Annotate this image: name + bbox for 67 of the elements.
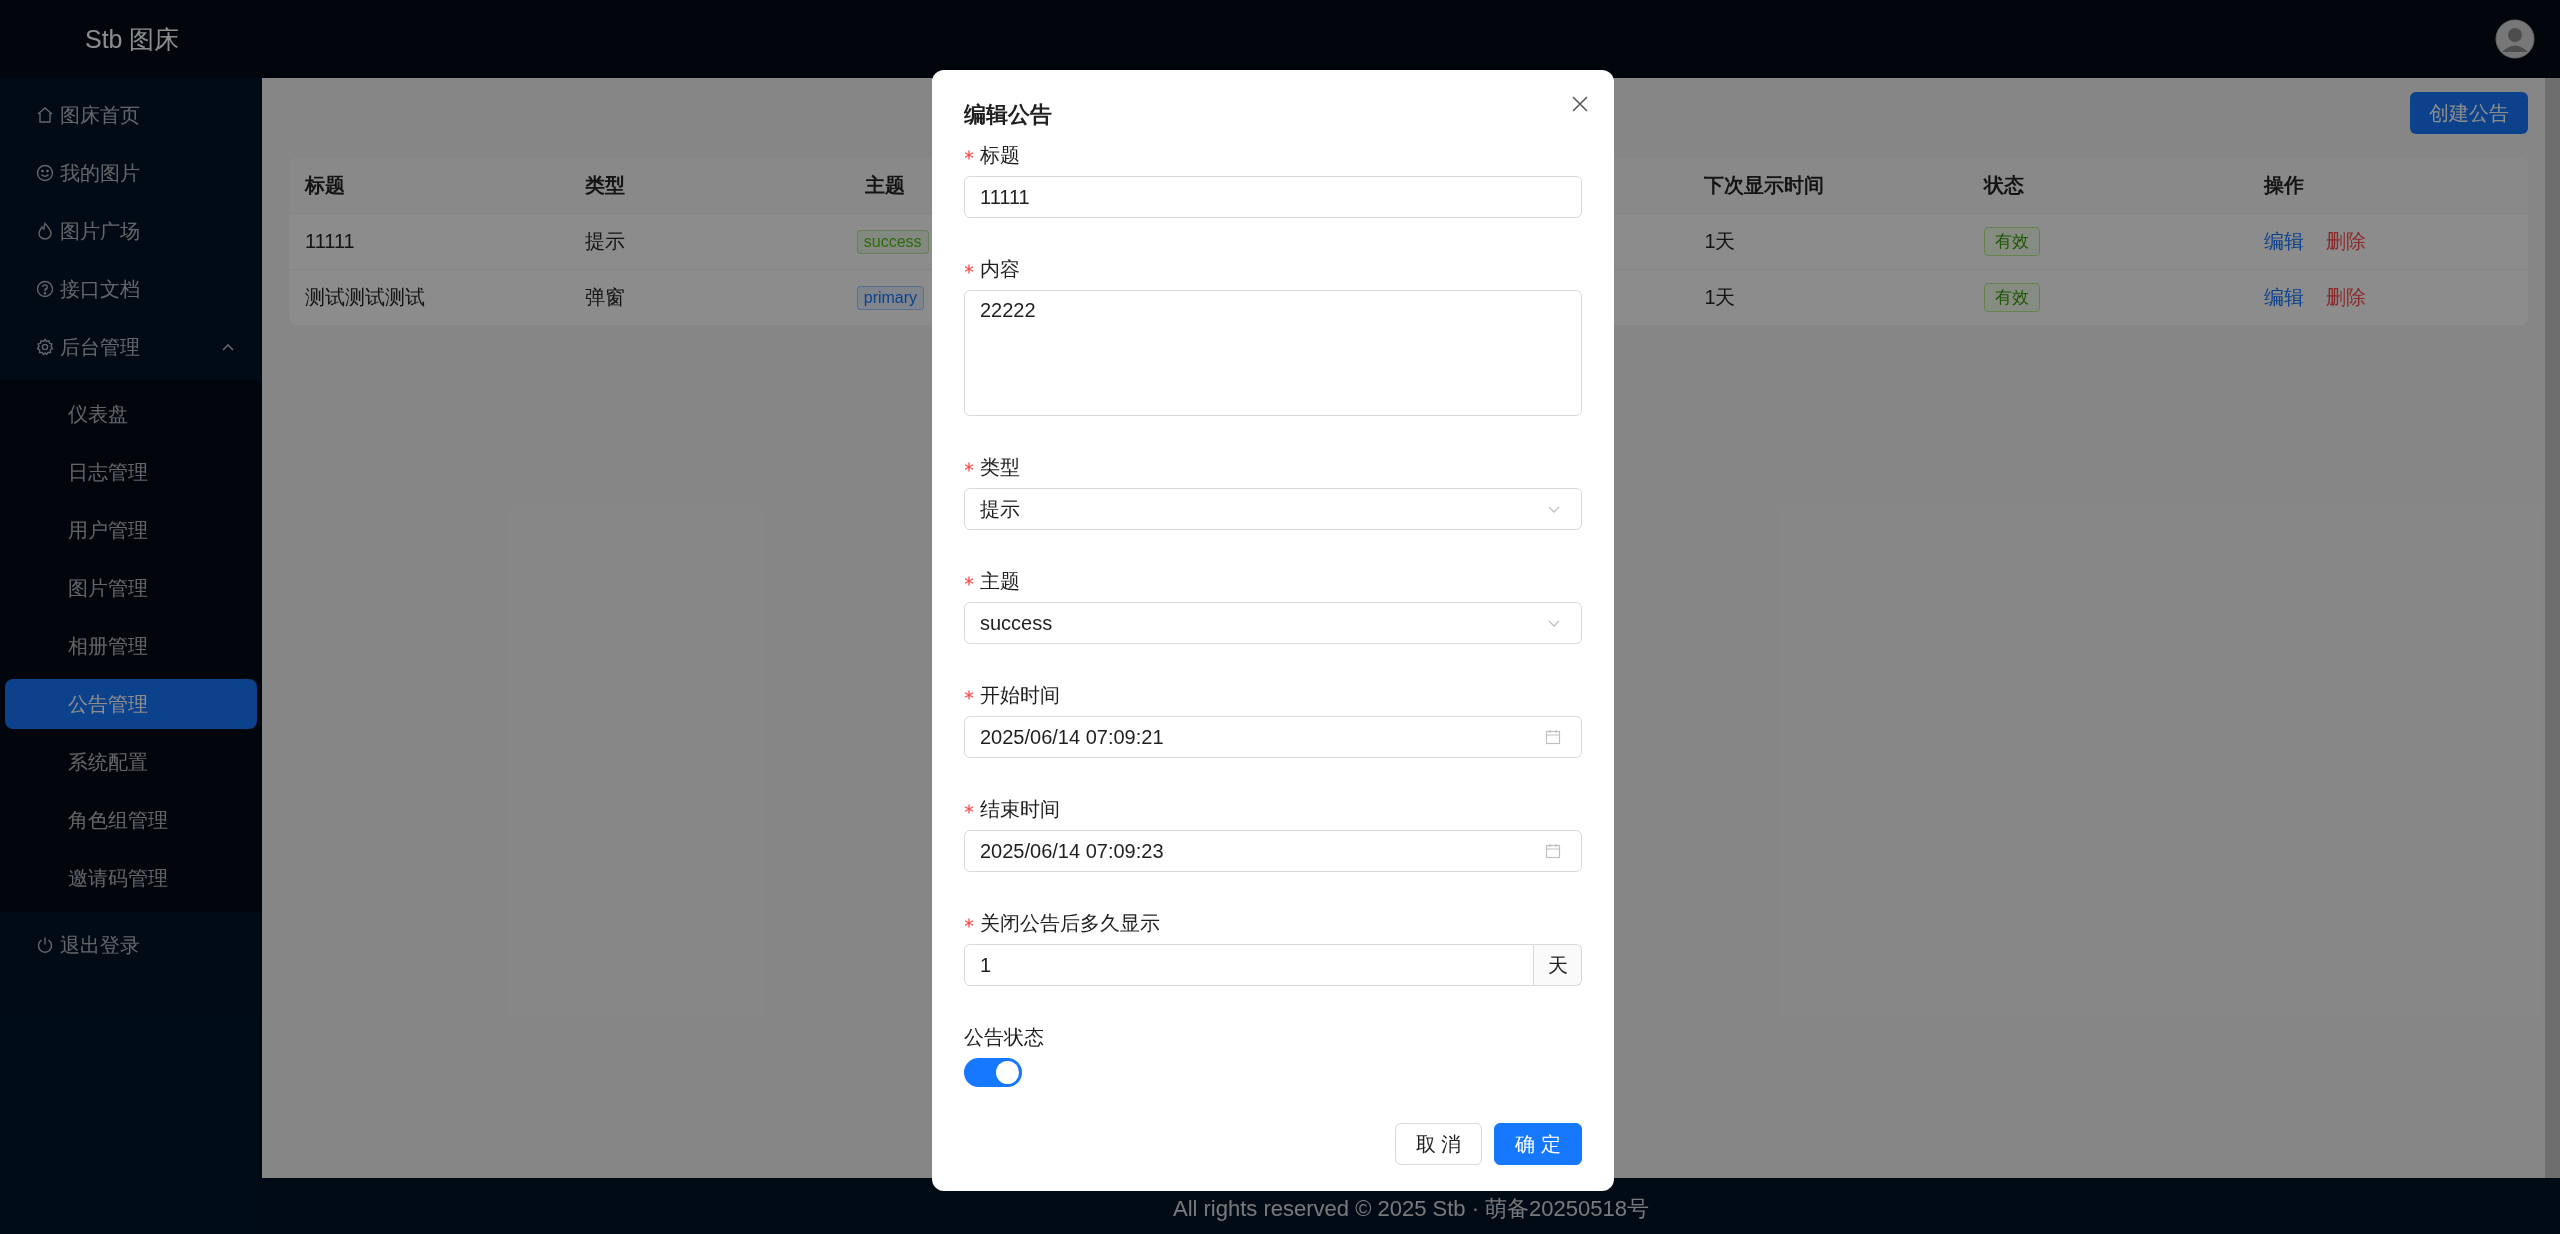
textarea-field[interactable]: 22222 [964,290,1582,416]
calendar-icon [1545,843,1561,859]
scrollbar[interactable] [2545,78,2560,1178]
calendar-icon [1545,729,1561,745]
table-cell-text: 弹窗 [583,285,626,310]
column-header: 标题 [305,173,345,198]
table-cell-text: 提示 [583,229,626,254]
field-label: 内容 [980,256,1020,282]
avatar-icon[interactable] [2495,19,2535,59]
number-field[interactable]: 1 [964,944,1534,986]
field-label: 主题 [980,568,1020,594]
menu-item[interactable]: 仪表盘 [5,389,257,439]
status-tag: 有效 [1984,283,2041,312]
field-label: 关闭公告后多久显示 [980,910,1160,936]
table-cell-text: 1天 [1703,229,1737,254]
select-field[interactable]: success [964,602,1582,644]
menu-item[interactable]: 公告管理 [5,679,257,729]
menu-item[interactable]: 我的图片 [5,148,257,198]
menu-item[interactable]: 日志管理 [5,447,257,497]
menu-item[interactable]: 系统配置 [5,737,257,787]
confirm-button[interactable]: 确 定 [1494,1123,1582,1165]
menu-item[interactable]: 角色组管理 [5,795,257,845]
column-header: 主题 [864,173,905,198]
select-field[interactable]: 提示 [964,488,1582,530]
settings-icon [36,338,54,356]
toggle-switch[interactable] [964,1058,1022,1087]
field-label: 标题 [980,142,1020,168]
unit-addon: 天 [1534,944,1582,986]
table-cell-text: 11111 [304,230,356,253]
status-tag: 有效 [1984,227,2041,256]
help-icon [36,280,54,298]
footer-text: All rights reserved © 2025 Stb · 萌备20250518号 [1173,1195,1649,1223]
delete-link[interactable]: 删除 [2326,284,2367,311]
column-header: 操作 [2264,173,2305,198]
menu-item[interactable]: 相册管理 [5,621,257,671]
input-field[interactable]: 11111 [964,176,1582,218]
column-header: 下次显示时间 [1704,173,1825,198]
date-field[interactable]: 2025/06/14 07:09:21 [964,716,1582,758]
home-icon [36,106,54,124]
dialog-title: 编辑公告 [964,101,1053,129]
table-cell-text: 测试测试测试 [304,285,426,310]
menu-group[interactable]: 后台管理 [5,322,257,372]
column-header: 类型 [584,173,625,198]
menu-item[interactable]: 接口文档 [5,264,257,314]
field-label: 开始时间 [980,682,1060,708]
menu-item[interactable]: 邀请码管理 [5,853,257,903]
field-label: 类型 [980,454,1020,480]
edit-link[interactable]: 编辑 [2264,284,2305,311]
flame-icon [36,222,54,240]
field-label: 公告状态 [964,1024,1044,1050]
column-header: 状态 [1984,173,2025,198]
menu-item[interactable]: 图片广场 [5,206,257,256]
create-button[interactable]: 创建公告 [2410,92,2528,134]
date-field[interactable]: 2025/06/14 07:09:23 [964,830,1582,872]
power-icon [36,936,54,954]
close-icon[interactable] [1570,94,1590,114]
app-logo: Stb 图床 [85,23,180,55]
menu-item[interactable]: 图片管理 [5,563,257,613]
smile-icon [36,164,54,182]
delete-link[interactable]: 删除 [2326,228,2367,255]
menu-item[interactable]: 退出登录 [5,920,257,970]
menu-item[interactable]: 用户管理 [5,505,257,555]
cancel-button[interactable]: 取 消 [1394,1123,1483,1165]
table-cell-text: 1天 [1703,285,1737,310]
edit-link[interactable]: 编辑 [2264,228,2305,255]
field-label: 结束时间 [980,796,1060,822]
menu-item[interactable]: 图床首页 [5,90,257,140]
